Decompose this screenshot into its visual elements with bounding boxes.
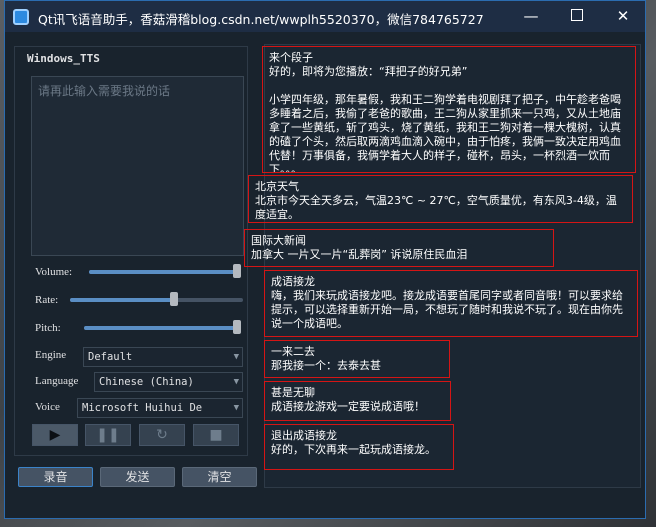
message-title: 国际大新闻	[251, 234, 306, 247]
pitch-fill	[84, 326, 241, 330]
title-bar: Qt讯飞语音助手，香菇滑稽blog.csdn.net/wwplh5520370，…	[5, 1, 645, 32]
chat-message: 成语接龙 嗨，我们来玩成语接龙吧。接龙成语要首尾同字或者同音哦！可以要求给提示，…	[264, 270, 638, 337]
message-body: 成语接龙游戏一定要说成语哦！	[271, 400, 425, 413]
pause-button[interactable]: ❚❚	[85, 424, 131, 446]
message-title: 北京天气	[255, 180, 299, 193]
window-title: Qt讯飞语音助手，香菇滑稽blog.csdn.net/wwplh5520370，…	[38, 12, 484, 27]
stop-button[interactable]: ■	[193, 424, 239, 446]
message-title: 退出成语接龙	[271, 429, 337, 442]
chevron-down-icon: ▼	[233, 352, 239, 362]
app-icon	[13, 9, 29, 25]
refresh-icon: ↻	[156, 427, 168, 443]
minimize-button[interactable]: —	[508, 1, 554, 32]
pitch-slider[interactable]	[84, 320, 241, 334]
language-select[interactable]: Chinese (China) ▼	[94, 372, 243, 392]
message-title: 一来二去	[271, 345, 315, 358]
volume-label: Volume:	[35, 266, 73, 278]
pitch-handle[interactable]	[233, 320, 241, 334]
message-title: 成语接龙	[271, 275, 315, 288]
voice-label: Voice	[35, 401, 60, 413]
message-body: 嗨，我们来玩成语接龙吧。接龙成语要首尾同字或者同音哦！可以要求给提示，可以选择重…	[271, 289, 623, 330]
message-body: 那我接一个：去泰去甚	[271, 359, 381, 372]
record-button[interactable]: 录音	[18, 467, 93, 487]
volume-handle[interactable]	[233, 264, 241, 278]
language-value: Chinese (China)	[99, 376, 194, 388]
chat-message: 退出成语接龙 好的，下次再来一起玩成语接龙。	[264, 424, 454, 470]
message-title: 来个段子	[269, 51, 313, 64]
close-button[interactable]: ✕	[600, 1, 646, 32]
rate-slider[interactable]	[70, 292, 243, 306]
language-label: Language	[35, 375, 79, 387]
engine-value: Default	[88, 351, 133, 363]
chevron-down-icon: ▼	[233, 403, 239, 413]
message-body: 加拿大 一片又一片“乱葬岗” 诉说原住民血泪	[251, 248, 468, 261]
tts-input-placeholder: 请再此输入需要我说的话	[38, 84, 171, 98]
voice-select[interactable]: Microsoft Huihui De ▼	[77, 398, 243, 418]
send-button[interactable]: 发送	[100, 467, 175, 487]
rate-fill	[70, 298, 174, 302]
chat-message: 来个段子 好的，即将为您播放：“拜把子的好兄弟” 小学四年级，那年暑假，我和王二…	[262, 46, 636, 173]
play-button[interactable]: ▶	[32, 424, 78, 446]
pitch-label: Pitch:	[35, 322, 61, 334]
engine-label: Engine	[35, 349, 67, 361]
chevron-down-icon: ▼	[233, 377, 239, 387]
volume-slider[interactable]	[89, 264, 241, 278]
chat-message: 国际大新闻 加拿大 一片又一片“乱葬岗” 诉说原住民血泪	[244, 229, 554, 267]
chat-message: 一来二去 那我接一个：去泰去甚	[264, 340, 450, 378]
message-title: 甚是无聊	[271, 386, 315, 399]
pause-icon: ❚❚	[96, 427, 120, 443]
message-body: 好的，即将为您播放：“拜把子的好兄弟” 小学四年级，那年暑假，我和王二狗学着电视…	[269, 65, 621, 173]
clear-button[interactable]: 清空	[182, 467, 257, 487]
engine-select[interactable]: Default ▼	[83, 347, 243, 367]
tts-text-input[interactable]: 请再此输入需要我说的话	[31, 76, 244, 256]
chat-message: 北京天气 北京市今天全天多云，气温23℃ ~ 27℃，空气质量优，有东风3-4级…	[248, 175, 633, 223]
message-body: 好的，下次再来一起玩成语接龙。	[271, 443, 436, 456]
play-icon: ▶	[49, 427, 61, 443]
maximize-icon	[571, 9, 583, 21]
stop-icon: ■	[209, 427, 223, 443]
tts-group-title: Windows_TTS	[25, 52, 102, 65]
rate-handle[interactable]	[169, 292, 178, 306]
message-body: 北京市今天全天多云，气温23℃ ~ 27℃，空气质量优，有东风3-4级，温度适宜…	[255, 194, 617, 221]
rate-label: Rate:	[35, 294, 59, 306]
volume-fill	[89, 270, 241, 274]
chat-message: 甚是无聊 成语接龙游戏一定要说成语哦！	[264, 381, 451, 421]
resume-button[interactable]: ↻	[139, 424, 185, 446]
maximize-button[interactable]	[554, 1, 600, 32]
voice-value: Microsoft Huihui De	[82, 402, 203, 414]
